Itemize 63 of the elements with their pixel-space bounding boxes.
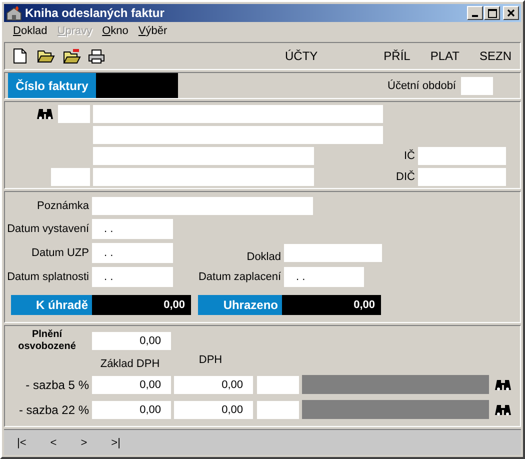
input-field[interactable] — [257, 376, 299, 394]
date-field[interactable]: . . — [92, 267, 173, 287]
navigation-button[interactable]: >| — [109, 436, 122, 448]
field-label: IČ — [403, 150, 416, 162]
binoculars-icon[interactable] — [37, 107, 53, 121]
input-field[interactable] — [92, 197, 313, 215]
maximize-button[interactable] — [484, 6, 500, 20]
date-field[interactable]: . . — [92, 243, 173, 263]
date-field[interactable]: . . — [92, 219, 173, 239]
house-icon — [6, 5, 22, 21]
navigation-button[interactable]: < — [48, 436, 59, 448]
date-field[interactable]: . . — [284, 267, 364, 287]
new-document-icon[interactable] — [13, 48, 27, 64]
total-label: Uhrazeno — [198, 295, 282, 315]
field-label: Doklad — [246, 251, 282, 263]
menu-item[interactable]: Doklad — [8, 25, 52, 37]
close-button[interactable] — [503, 6, 519, 20]
input-field[interactable] — [418, 147, 506, 165]
input-field[interactable] — [58, 105, 90, 123]
toolbar-button[interactable]: PŘÍL — [384, 49, 410, 63]
navigation-button[interactable]: |< — [15, 436, 28, 448]
column-header: Základ DPH — [99, 358, 161, 370]
input-field[interactable] — [93, 147, 314, 165]
total-amount-field: 0,00 — [92, 295, 191, 315]
input-field[interactable] — [418, 168, 506, 186]
input-field[interactable] — [284, 244, 382, 262]
close-icon — [507, 9, 515, 17]
field-label: Poznámka — [36, 200, 90, 212]
input-field[interactable] — [51, 168, 90, 186]
total-label: K úhradě — [11, 295, 92, 315]
printer-icon[interactable] — [88, 48, 105, 64]
input-field[interactable] — [93, 105, 383, 123]
amount-field[interactable]: 0,00 — [92, 376, 171, 394]
amount-field[interactable]: 0,00 — [174, 376, 253, 394]
binoculars-icon[interactable] — [495, 378, 511, 392]
minimize-button[interactable] — [467, 6, 483, 20]
menu-item[interactable]: Výběr — [133, 25, 172, 37]
input-field[interactable] — [93, 168, 314, 186]
field-label: Datum vystavení — [6, 223, 90, 235]
folder-flag-icon[interactable] — [63, 48, 81, 64]
field-label: Plnění osvobozené — [17, 329, 77, 353]
field-label: - sazba 22 % — [18, 402, 90, 416]
amount-field[interactable]: 0,00 — [92, 400, 171, 418]
toolbar-button[interactable]: SEZN — [479, 49, 512, 63]
field-label: Datum UZP — [30, 247, 90, 259]
window-title: Kniha odeslaných faktur — [25, 6, 166, 20]
folder-icon[interactable] — [37, 49, 55, 63]
amount-field[interactable]: 0,00 — [92, 332, 171, 350]
navigation-button[interactable]: > — [78, 436, 90, 448]
amount-field[interactable]: 0,00 — [174, 400, 253, 418]
field-label: - sazba 5 % — [24, 378, 90, 392]
input-field[interactable] — [93, 126, 383, 144]
toolbar-button[interactable]: PLAT — [430, 49, 460, 63]
column-header: DPH — [198, 354, 224, 366]
menu-item[interactable]: Okno — [97, 25, 134, 37]
field-label: Datum splatnosti — [6, 271, 90, 283]
binoculars-icon[interactable] — [495, 402, 511, 416]
field-label: Datum zaplacení — [197, 271, 282, 283]
input-field[interactable] — [257, 400, 299, 418]
toolbar-button[interactable]: ÚČTY — [285, 49, 318, 63]
field-label: DIČ — [395, 171, 416, 183]
maximize-icon — [488, 8, 496, 18]
total-amount-field: 0,00 — [282, 295, 381, 315]
